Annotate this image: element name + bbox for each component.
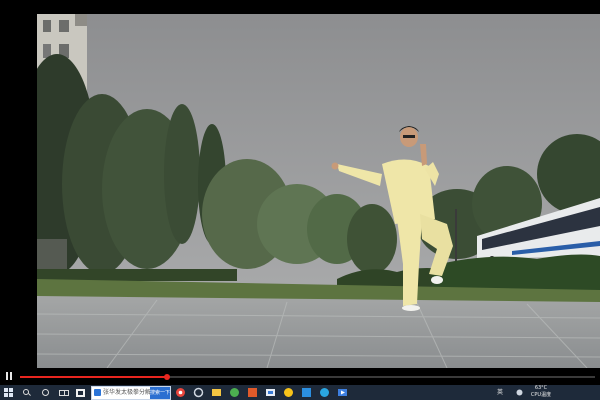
- search-engine-icon: [94, 389, 101, 396]
- cpu-temp-widget[interactable]: 63°C CPU温度: [530, 385, 552, 400]
- video-frame[interactable]: [37, 14, 600, 368]
- search-icon[interactable]: [21, 387, 32, 398]
- task-view-icon[interactable]: [58, 387, 69, 398]
- progress-thumb[interactable]: [164, 374, 170, 380]
- cpu-temp-label: CPU温度: [530, 392, 552, 398]
- player-controls: [0, 368, 600, 385]
- edge-icon[interactable]: [247, 387, 258, 398]
- search-query[interactable]: 张华发太极拳分解教: [103, 387, 157, 398]
- cpu-temp-value: 63°C: [534, 385, 548, 391]
- qq-icon[interactable]: [319, 387, 330, 398]
- video-scene: [37, 14, 600, 368]
- web-search-box[interactable]: 张华发太极拳分解教 搜索一下: [91, 386, 171, 400]
- media-icon[interactable]: [175, 387, 186, 398]
- store-icon[interactable]: [75, 387, 86, 398]
- cortana-icon[interactable]: [40, 387, 51, 398]
- video-player-icon[interactable]: [337, 387, 348, 398]
- folder-icon[interactable]: [265, 387, 276, 398]
- progress-bar[interactable]: [20, 374, 595, 380]
- search-submit-button[interactable]: 搜索一下: [150, 387, 170, 399]
- taskbar: 张华发太极拳分解教 搜索一下 英 63°C CPU温度: [0, 385, 600, 400]
- security-icon[interactable]: [283, 387, 294, 398]
- browser-icon[interactable]: [211, 387, 222, 398]
- office-icon[interactable]: [301, 387, 312, 398]
- start-icon[interactable]: [3, 387, 14, 398]
- app-icon[interactable]: [229, 387, 240, 398]
- clock[interactable]: [556, 385, 594, 400]
- plaza-ground: [37, 296, 600, 368]
- lamp-post: [455, 209, 457, 264]
- tray-app-icon[interactable]: [516, 389, 523, 396]
- ime-indicator[interactable]: 英: [497, 385, 503, 400]
- pause-button[interactable]: [4, 371, 14, 382]
- progress-fill: [20, 376, 167, 378]
- settings-icon[interactable]: [193, 387, 204, 398]
